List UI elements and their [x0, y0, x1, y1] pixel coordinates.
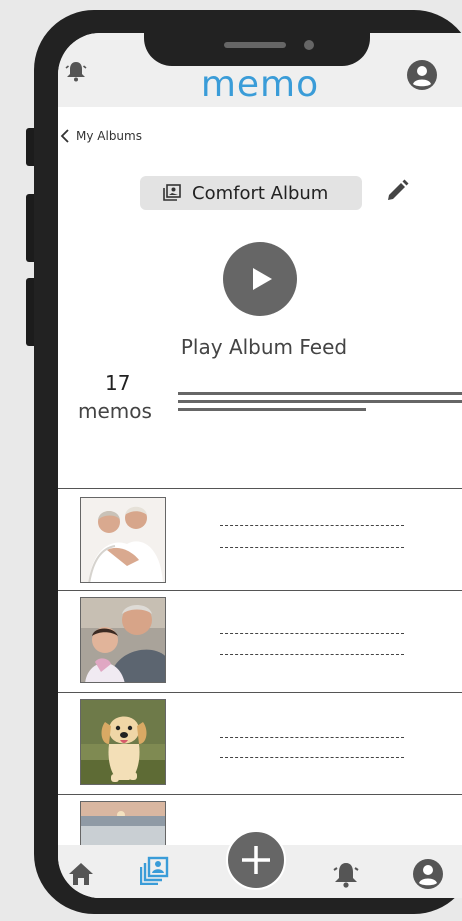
camera — [304, 40, 314, 50]
photo-album-icon — [163, 184, 181, 201]
screen: memo My Albums Comfort Album Play Album … — [58, 33, 462, 898]
list-item[interactable] — [58, 488, 462, 590]
chevron-left-icon — [60, 129, 69, 143]
grandfather-child-photo — [80, 597, 166, 683]
memo-count: 17 — [105, 371, 131, 395]
add-memo-button[interactable] — [226, 830, 286, 890]
albums-icon[interactable] — [140, 855, 170, 885]
play-icon — [253, 268, 272, 290]
app-title: memo — [200, 64, 320, 105]
list-item[interactable] — [58, 590, 462, 692]
stage: memo My Albums Comfort Album Play Album … — [0, 0, 462, 921]
elderly-couple-photo — [80, 497, 166, 583]
account-circle-icon[interactable] — [406, 59, 438, 91]
play-album-feed-label: Play Album Feed — [180, 335, 348, 359]
album-name-chip[interactable]: Comfort Album — [140, 176, 362, 210]
memo-line — [220, 525, 404, 526]
memo-line — [220, 737, 404, 738]
description-placeholder-line — [178, 392, 462, 395]
profile-icon[interactable] — [412, 858, 444, 890]
description-placeholder-line — [178, 400, 462, 403]
back-label: My Albums — [76, 129, 142, 143]
memo-line — [220, 547, 404, 548]
phone-notch — [144, 10, 370, 66]
play-album-feed-button[interactable] — [223, 242, 297, 316]
speaker — [224, 42, 286, 48]
memo-line — [220, 654, 404, 655]
memo-count-label: memos — [78, 399, 152, 423]
memo-line — [220, 757, 404, 758]
album-name: Comfort Album — [192, 182, 329, 204]
add-icon — [242, 846, 270, 874]
notifications-icon[interactable] — [331, 859, 361, 889]
list-item[interactable] — [58, 692, 462, 794]
puppy-photo — [80, 699, 166, 785]
pencil-icon[interactable] — [384, 178, 410, 204]
description-placeholder-line — [178, 408, 366, 411]
memo-line — [220, 633, 404, 634]
back-to-albums-link[interactable]: My Albums — [60, 127, 142, 145]
home-icon[interactable] — [66, 859, 96, 889]
